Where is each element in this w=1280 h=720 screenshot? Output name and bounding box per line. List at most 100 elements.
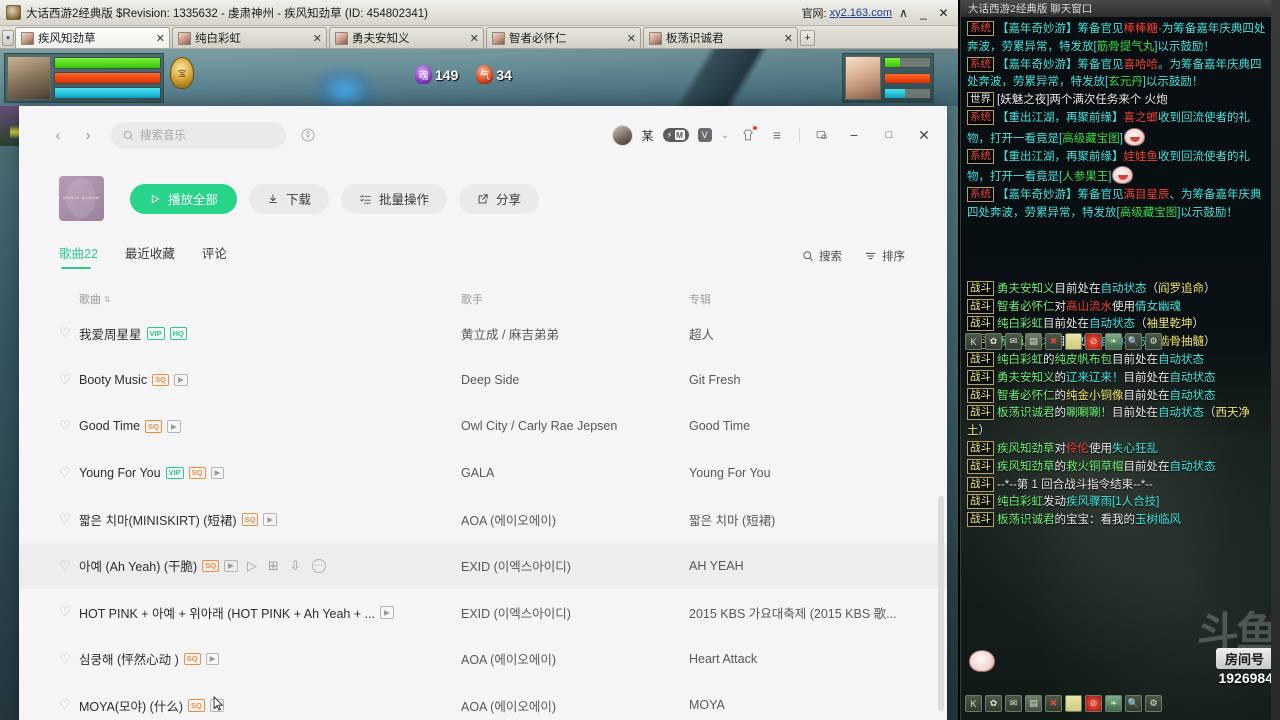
song-title-cell[interactable]: MOYA(모야) (什么) SQ ▶: [79, 696, 461, 715]
tab-comments[interactable]: 评论: [202, 243, 227, 269]
song-album[interactable]: MOYA: [689, 698, 919, 712]
table-row[interactable]: ♡ MOYA(모야) (什么) SQ ▶ AOA (에이오에이) MOYA: [19, 682, 947, 720]
song-album[interactable]: Heart Attack: [689, 652, 919, 666]
chat-scroll-edge[interactable]: [1271, 0, 1280, 720]
song-title-cell[interactable]: Young For You VIP SQ ▶: [79, 466, 461, 480]
badge-mv[interactable]: ▶: [166, 420, 181, 433]
song-artist[interactable]: 黄立成 / 麻吉弟弟: [461, 324, 689, 343]
song-artist[interactable]: AOA (에이오에이): [461, 510, 689, 529]
tab-recent-favorites[interactable]: 最近收藏: [125, 243, 175, 269]
flower-icon[interactable]: ✿: [985, 333, 1002, 350]
mail-icon[interactable]: ✉: [1005, 333, 1022, 350]
song-album[interactable]: AH YEAH: [689, 559, 919, 573]
player-portrait[interactable]: [7, 56, 51, 100]
favorite-heart-icon[interactable]: ♡: [59, 697, 79, 713]
chevron-down-icon[interactable]: ⌄: [721, 130, 729, 141]
new-tab-button[interactable]: +: [800, 30, 815, 46]
badge-mv[interactable]: ▶: [205, 652, 220, 665]
favorite-heart-icon[interactable]: ♡: [59, 511, 79, 527]
tab-songs[interactable]: 歌曲22: [59, 243, 98, 269]
key-icon[interactable]: K: [965, 695, 982, 712]
ban-icon[interactable]: ⊘: [1085, 333, 1102, 350]
minimize-button[interactable]: −: [841, 122, 867, 148]
search-box-icon[interactable]: 🔍: [1125, 333, 1142, 350]
badge-mv[interactable]: ▶: [263, 513, 278, 526]
song-album[interactable]: 2015 KBS 가요대축제 (2015 KBS 歌...: [689, 603, 919, 622]
leaf-icon[interactable]: ❧: [1105, 695, 1122, 712]
skin-button[interactable]: [738, 125, 758, 145]
treasure-badge-icon[interactable]: 宝: [170, 57, 194, 89]
game-tab-0[interactable]: 疾风知劲草 ✕: [15, 27, 170, 48]
download-button[interactable]: 下载: [249, 183, 330, 214]
game-tab-1[interactable]: 纯白彩虹 ✕: [172, 27, 327, 48]
table-row[interactable]: ♡ Booty Music SQ ▶ Deep Side Git Fresh: [19, 357, 947, 404]
download-icon[interactable]: ⇩: [290, 558, 301, 574]
leaf-icon[interactable]: ❧: [1105, 333, 1122, 350]
game-tab-close-icon[interactable]: ✕: [466, 32, 479, 45]
close-button[interactable]: ✕: [911, 122, 937, 148]
settings-icon[interactable]: ⚙: [1145, 695, 1162, 712]
song-artist[interactable]: Deep Side: [461, 373, 689, 387]
play-all-button[interactable]: 播放全部: [130, 183, 238, 214]
game-tab-close-icon[interactable]: ✕: [623, 32, 636, 45]
target-portrait[interactable]: [845, 56, 881, 100]
close-button[interactable]: ✕: [935, 5, 952, 21]
favorite-heart-icon[interactable]: ♡: [59, 325, 79, 341]
back-button[interactable]: ‹: [47, 124, 69, 146]
blank-icon[interactable]: [1065, 333, 1082, 350]
list-scrollbar[interactable]: [938, 496, 944, 711]
play-icon[interactable]: ▷: [247, 558, 257, 574]
tab-list-dropdown-icon[interactable]: ▾: [2, 30, 14, 46]
song-title-cell[interactable]: HOT PINK + 아예 + 위아래 (HOT PINK + Ah Yeah …: [79, 603, 461, 622]
target-status-panel[interactable]: [842, 53, 934, 103]
game-tab-close-icon[interactable]: ✕: [309, 32, 322, 45]
column-header-album[interactable]: 专辑: [689, 291, 919, 307]
table-row[interactable]: ♡ Young For You VIP SQ ▶ GALA Young For You: [19, 450, 947, 497]
note-icon[interactable]: ▤: [1025, 695, 1042, 712]
song-title-cell[interactable]: 我爱周星星 VIP HQ: [79, 324, 461, 343]
maximize-button[interactable]: □: [876, 122, 902, 148]
mini-player-button[interactable]: [812, 125, 832, 145]
game-tab-4[interactable]: 板荡识诚君 ✕: [643, 27, 798, 48]
badge-mv[interactable]: ▶: [210, 466, 225, 479]
song-album[interactable]: Git Fresh: [689, 373, 919, 387]
table-row[interactable]: ♡ HOT PINK + 아예 + 위아래 (HOT PINK + Ah Yeah…: [19, 589, 947, 636]
badge-mv[interactable]: ▶: [224, 559, 238, 572]
game-tab-2[interactable]: 勇夫安知义 ✕: [329, 27, 484, 48]
game-tab-3[interactable]: 智者必怀仁 ✕: [486, 27, 641, 48]
favorite-heart-icon[interactable]: ♡: [59, 372, 79, 388]
share-button[interactable]: 分享: [459, 183, 540, 214]
song-artist[interactable]: Owl City / Carly Rae Jepsen: [461, 419, 689, 433]
voice-search-button[interactable]: [296, 123, 320, 147]
close-box-icon[interactable]: ✖: [1045, 695, 1062, 712]
song-artist[interactable]: AOA (에이오에이): [461, 649, 689, 668]
table-row[interactable]: ♡ 짧은 치마(MINISKIRT) (短裙) SQ ▶ AOA (에이오에이) 짧은 치…: [19, 496, 947, 543]
settings-icon[interactable]: ⚙: [1145, 333, 1162, 350]
blank-icon[interactable]: [1065, 695, 1082, 712]
batch-operation-button[interactable]: 批量操作: [341, 183, 448, 214]
song-artist[interactable]: EXID (이엑스아이디): [461, 603, 689, 622]
favorite-heart-icon[interactable]: ♡: [59, 465, 79, 481]
player-status-panel[interactable]: [4, 53, 164, 103]
album-cover[interactable]: MUSIC ALBUM: [59, 176, 104, 221]
song-album[interactable]: Young For You: [689, 466, 919, 480]
flower-icon[interactable]: ✿: [985, 695, 1002, 712]
more-icon[interactable]: ⋯: [311, 558, 326, 573]
game-tab-close-icon[interactable]: ✕: [152, 32, 165, 45]
search-input[interactable]: 搜索音乐: [111, 121, 286, 149]
table-row[interactable]: ♡ 심쿵해 (怦然心动 ) SQ ▶ AOA (에이오에이) Heart Attack: [19, 636, 947, 683]
add-icon[interactable]: ⊞: [268, 558, 279, 574]
song-title-cell[interactable]: 짧은 치마(MINISKIRT) (短裙) SQ ▶: [79, 510, 461, 529]
song-album[interactable]: 超人: [689, 324, 919, 343]
column-header-song[interactable]: 歌曲 ⇅: [79, 291, 461, 307]
search-box-icon[interactable]: 🔍: [1125, 695, 1142, 712]
close-box-icon[interactable]: ✖: [1045, 333, 1062, 350]
song-title-cell[interactable]: 심쿵해 (怦然心动 ) SQ ▶: [79, 649, 461, 668]
table-row[interactable]: ♡ 아예 (Ah Yeah) (干脆) SQ ▶ ▷ ⊞ ⇩ ⋯ EXID (이엑스아이디) AH…: [19, 542, 947, 589]
restore-button[interactable]: _: [915, 5, 932, 21]
song-artist[interactable]: AOA (에이오에이): [461, 696, 689, 715]
list-search-button[interactable]: 搜索: [802, 248, 842, 264]
user-name[interactable]: 某: [642, 127, 654, 144]
song-artist[interactable]: GALA: [461, 466, 689, 480]
menu-button[interactable]: ≡: [767, 125, 787, 145]
